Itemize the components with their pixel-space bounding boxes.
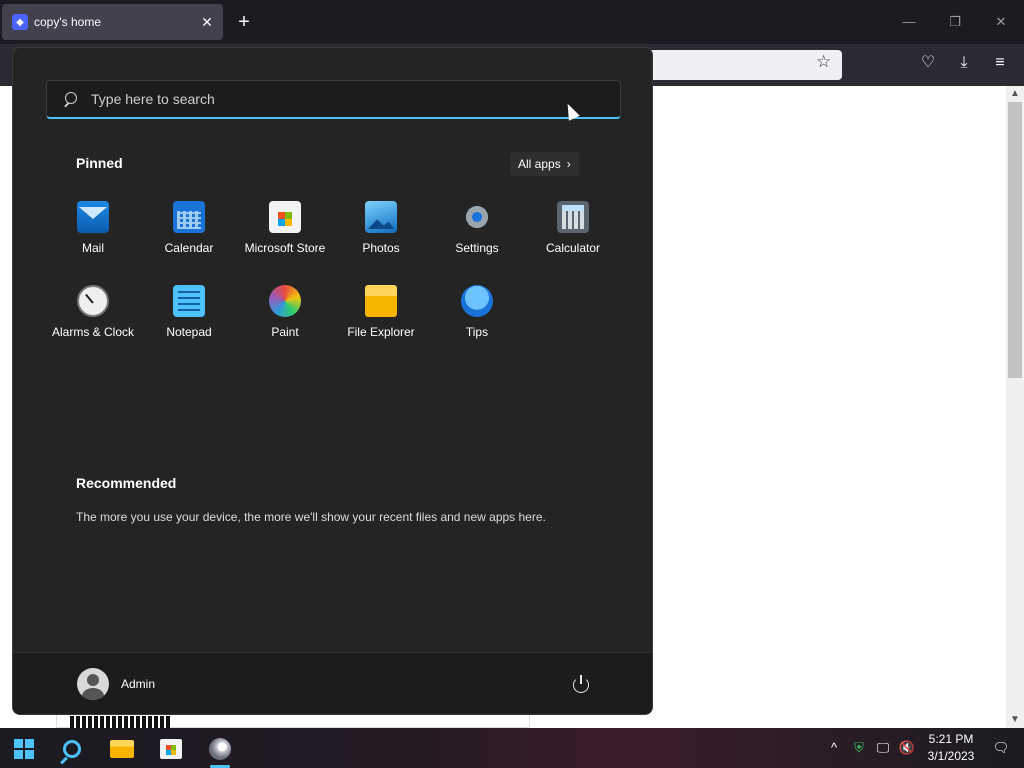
power-icon[interactable] — [571, 674, 591, 694]
calendar-icon — [173, 201, 205, 233]
scroll-down-icon[interactable]: ▼ — [1008, 713, 1022, 727]
pinned-heading: Pinned — [76, 155, 123, 171]
pinned-app-tips[interactable]: Tips — [429, 281, 525, 357]
tab-close-icon[interactable]: ✕ — [199, 14, 215, 31]
app-menu-icon[interactable]: ≡ — [990, 53, 1010, 73]
notifications-icon[interactable]: 🗨 — [990, 738, 1012, 758]
app-label: Tips — [465, 325, 489, 339]
search-icon — [63, 740, 81, 758]
pinned-app-notepad[interactable]: Notepad — [141, 281, 237, 357]
network-icon[interactable]: 🖵 — [874, 738, 892, 758]
folder-icon — [365, 285, 397, 317]
taskbar-search-button[interactable] — [52, 732, 92, 766]
pinned-app-mail[interactable]: Mail — [45, 197, 141, 273]
app-label: Alarms & Clock — [51, 325, 134, 339]
search-placeholder: Type here to search — [91, 91, 215, 107]
new-tab-button[interactable]: + — [234, 10, 254, 34]
app-label: File Explorer — [347, 325, 415, 339]
taskbar-firefox[interactable] — [200, 732, 240, 766]
pinned-app-alarms-clock[interactable]: Alarms & Clock — [45, 281, 141, 357]
paint-icon — [269, 285, 301, 317]
app-label: Mail — [81, 241, 104, 255]
downloads-icon[interactable]: ⤓ — [954, 53, 974, 73]
app-label: Notepad — [166, 325, 212, 339]
app-label: Calendar — [164, 241, 214, 255]
taskbar-microsoft-store[interactable] — [151, 732, 191, 766]
scroll-up-icon[interactable]: ▲ — [1008, 87, 1022, 101]
start-menu: Type here to search Pinned All apps › Ma… — [12, 47, 653, 715]
close-window-button[interactable]: ✕ — [986, 10, 1016, 34]
clock-date: 3/1/2023 — [927, 749, 975, 763]
photos-icon — [365, 201, 397, 233]
mail-icon — [77, 201, 109, 233]
all-apps-label: All apps — [518, 157, 561, 171]
pinned-app-paint[interactable]: Paint — [237, 281, 333, 357]
browser-tab-bar: ◆ copy's home ✕ + — ❐ ✕ — [0, 0, 1024, 44]
show-hidden-icons-icon[interactable]: ^ — [826, 738, 842, 758]
store-icon — [160, 739, 182, 759]
browser-tab[interactable]: ◆ copy's home ✕ — [2, 4, 223, 40]
clock-time: 5:21 PM — [928, 732, 974, 746]
restore-button[interactable]: ❐ — [940, 10, 970, 34]
app-label: Photos — [362, 241, 400, 255]
all-apps-button[interactable]: All apps › — [510, 152, 579, 176]
minimize-button[interactable]: — — [894, 10, 924, 34]
store-icon — [269, 201, 301, 233]
folder-icon — [110, 740, 134, 758]
pinned-app-calculator[interactable]: Calculator — [525, 197, 621, 273]
start-search-box[interactable]: Type here to search — [46, 80, 621, 119]
taskbar-file-explorer[interactable] — [102, 732, 142, 766]
pocket-icon[interactable]: ♡ — [918, 53, 938, 73]
user-avatar-icon[interactable] — [77, 668, 109, 700]
app-label: Calculator — [545, 241, 601, 255]
app-label: Paint — [271, 325, 299, 339]
pinned-app-photos[interactable]: Photos — [333, 197, 429, 273]
user-name[interactable]: Admin — [121, 677, 155, 691]
bookmark-star-icon[interactable]: ☆ — [816, 52, 831, 72]
pinned-app-microsoft-store[interactable]: Microsoft Store — [237, 197, 333, 273]
qr-pattern-image — [70, 716, 170, 728]
tab-title: copy's home — [34, 15, 101, 29]
chevron-right-icon: › — [566, 157, 571, 171]
tips-icon — [461, 285, 493, 317]
scrollbar-thumb[interactable] — [1008, 102, 1022, 378]
windows-logo-icon — [14, 739, 34, 759]
site-favicon-icon: ◆ — [12, 14, 28, 30]
pinned-app-calendar[interactable]: Calendar — [141, 197, 237, 273]
app-label: Settings — [455, 241, 499, 255]
security-shield-icon[interactable]: ⛨ — [850, 738, 868, 758]
notepad-icon — [173, 285, 205, 317]
recommended-empty-text: The more you use your device, the more w… — [76, 510, 546, 524]
start-menu-footer — [13, 652, 652, 714]
firefox-icon — [209, 738, 231, 760]
taskbar-clock[interactable]: 5:21 PM 3/1/2023 — [920, 731, 982, 765]
recommended-heading: Recommended — [76, 475, 177, 491]
pinned-app-file-explorer[interactable]: File Explorer — [333, 281, 429, 357]
volume-muted-icon[interactable]: 🔇 — [898, 738, 916, 758]
app-label: Microsoft Store — [244, 241, 326, 255]
start-button[interactable] — [4, 732, 44, 766]
search-icon — [63, 92, 77, 106]
calculator-icon — [557, 201, 589, 233]
clock-icon — [77, 285, 109, 317]
settings-icon — [461, 201, 493, 233]
pinned-app-settings[interactable]: Settings — [429, 197, 525, 273]
